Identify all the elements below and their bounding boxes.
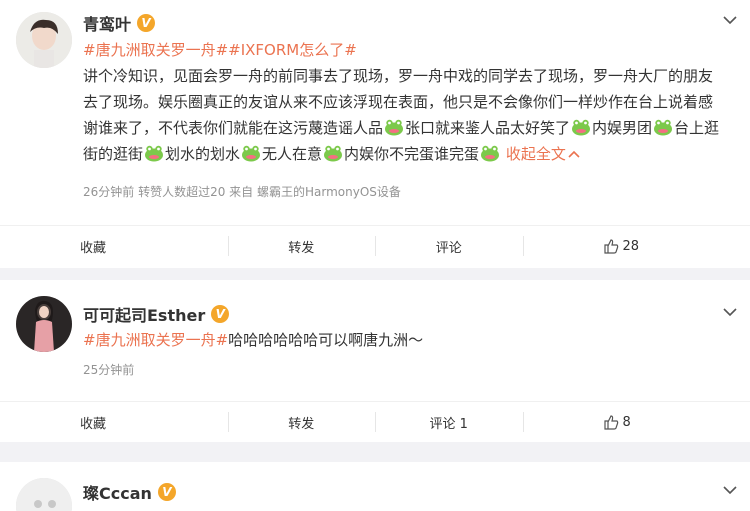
body-text: 内娱你不完蛋谁完蛋	[344, 145, 480, 163]
action-bar: 收藏 转发 评论 28	[0, 225, 750, 266]
action-bar: 收藏 转发 评论 1 8	[0, 401, 750, 442]
chevron-down-icon[interactable]	[722, 304, 738, 320]
frog-emoji-icon	[144, 144, 164, 162]
repost-button[interactable]: 转发	[227, 402, 376, 442]
post-meta: 25分钟前	[83, 363, 135, 377]
avatar[interactable]	[16, 12, 72, 68]
chevron-down-icon[interactable]	[722, 482, 738, 498]
frog-emoji-icon	[241, 144, 261, 162]
like-button[interactable]: 8	[522, 402, 750, 442]
body-text: 划水的划水	[165, 145, 241, 163]
post-card-3: 璨Cccan V	[0, 462, 750, 511]
post-card-1: 青鸾叶 V #唐九洲取关罗一舟##IXFORM怎么了# 讲个冷知识，见面会罗一舟…	[0, 0, 750, 268]
topic-link[interactable]: #唐九洲取关罗一舟#	[83, 331, 228, 349]
repost-button[interactable]: 转发	[227, 226, 376, 266]
collapse-label: 收起全文	[505, 145, 566, 163]
chevron-down-icon[interactable]	[722, 12, 738, 28]
frog-emoji-icon	[323, 144, 343, 162]
body-text: 无人在意	[262, 145, 323, 163]
repost-label: 转发	[288, 416, 315, 432]
verified-badge-icon: V	[137, 14, 156, 32]
author-row: 璨Cccan V	[83, 480, 176, 504]
post-text: #唐九洲取关罗一舟##IXFORM怎么了# 讲个冷知识，见面会罗一舟的前同事去了…	[83, 37, 726, 167]
body-text: 内娱男团	[592, 119, 653, 137]
thumbs-up-icon	[603, 415, 618, 430]
comment-label: 评论	[435, 240, 462, 256]
avatar[interactable]	[16, 296, 72, 352]
favorite-button[interactable]: 收藏	[0, 226, 228, 266]
collapse-link[interactable]: 收起全文	[506, 145, 580, 163]
frog-emoji-icon	[384, 118, 404, 136]
topic-link[interactable]: #唐九洲取关罗一舟##IXFORM怎么了#	[83, 37, 726, 63]
verified-badge-icon: V	[157, 483, 176, 501]
comment-button[interactable]: 评论	[375, 226, 523, 266]
body-text: 哈哈哈哈哈哈可以啊唐九洲～	[228, 331, 424, 349]
username[interactable]: 可可起司Esther	[83, 302, 205, 326]
comment-button[interactable]: 评论 1	[375, 402, 523, 442]
chevron-up-icon	[568, 150, 580, 158]
post-card-2: 可可起司Esther V #唐九洲取关罗一舟#哈哈哈哈哈哈可以啊唐九洲～ 25分…	[0, 280, 750, 442]
repost-label: 转发	[288, 240, 315, 256]
verified-badge-icon: V	[211, 305, 230, 323]
username[interactable]: 璨Cccan	[83, 480, 152, 504]
avatar[interactable]	[16, 478, 72, 511]
thumbs-up-icon	[603, 239, 618, 254]
comment-label: 评论 1	[429, 416, 468, 432]
post-meta: 26分钟前 转赞人数超过20 来自 螺霸王的HarmonyOS设备	[83, 185, 401, 199]
like-button[interactable]: 28	[522, 226, 750, 266]
favorite-label: 收藏	[80, 240, 107, 256]
frog-emoji-icon	[480, 144, 500, 162]
author-row: 可可起司Esther V	[83, 302, 230, 326]
username[interactable]: 青鸾叶	[83, 11, 131, 35]
author-row: 青鸾叶 V	[83, 11, 156, 35]
post-text: #唐九洲取关罗一舟#哈哈哈哈哈哈可以啊唐九洲～	[83, 327, 726, 353]
like-count: 28	[622, 238, 640, 254]
frog-emoji-icon	[571, 118, 591, 136]
body-text: 张口就来鉴人品太好笑了	[405, 119, 571, 137]
like-count: 8	[622, 414, 631, 430]
favorite-label: 收藏	[80, 416, 107, 432]
favorite-button[interactable]: 收藏	[0, 402, 228, 442]
frog-emoji-icon	[653, 118, 673, 136]
